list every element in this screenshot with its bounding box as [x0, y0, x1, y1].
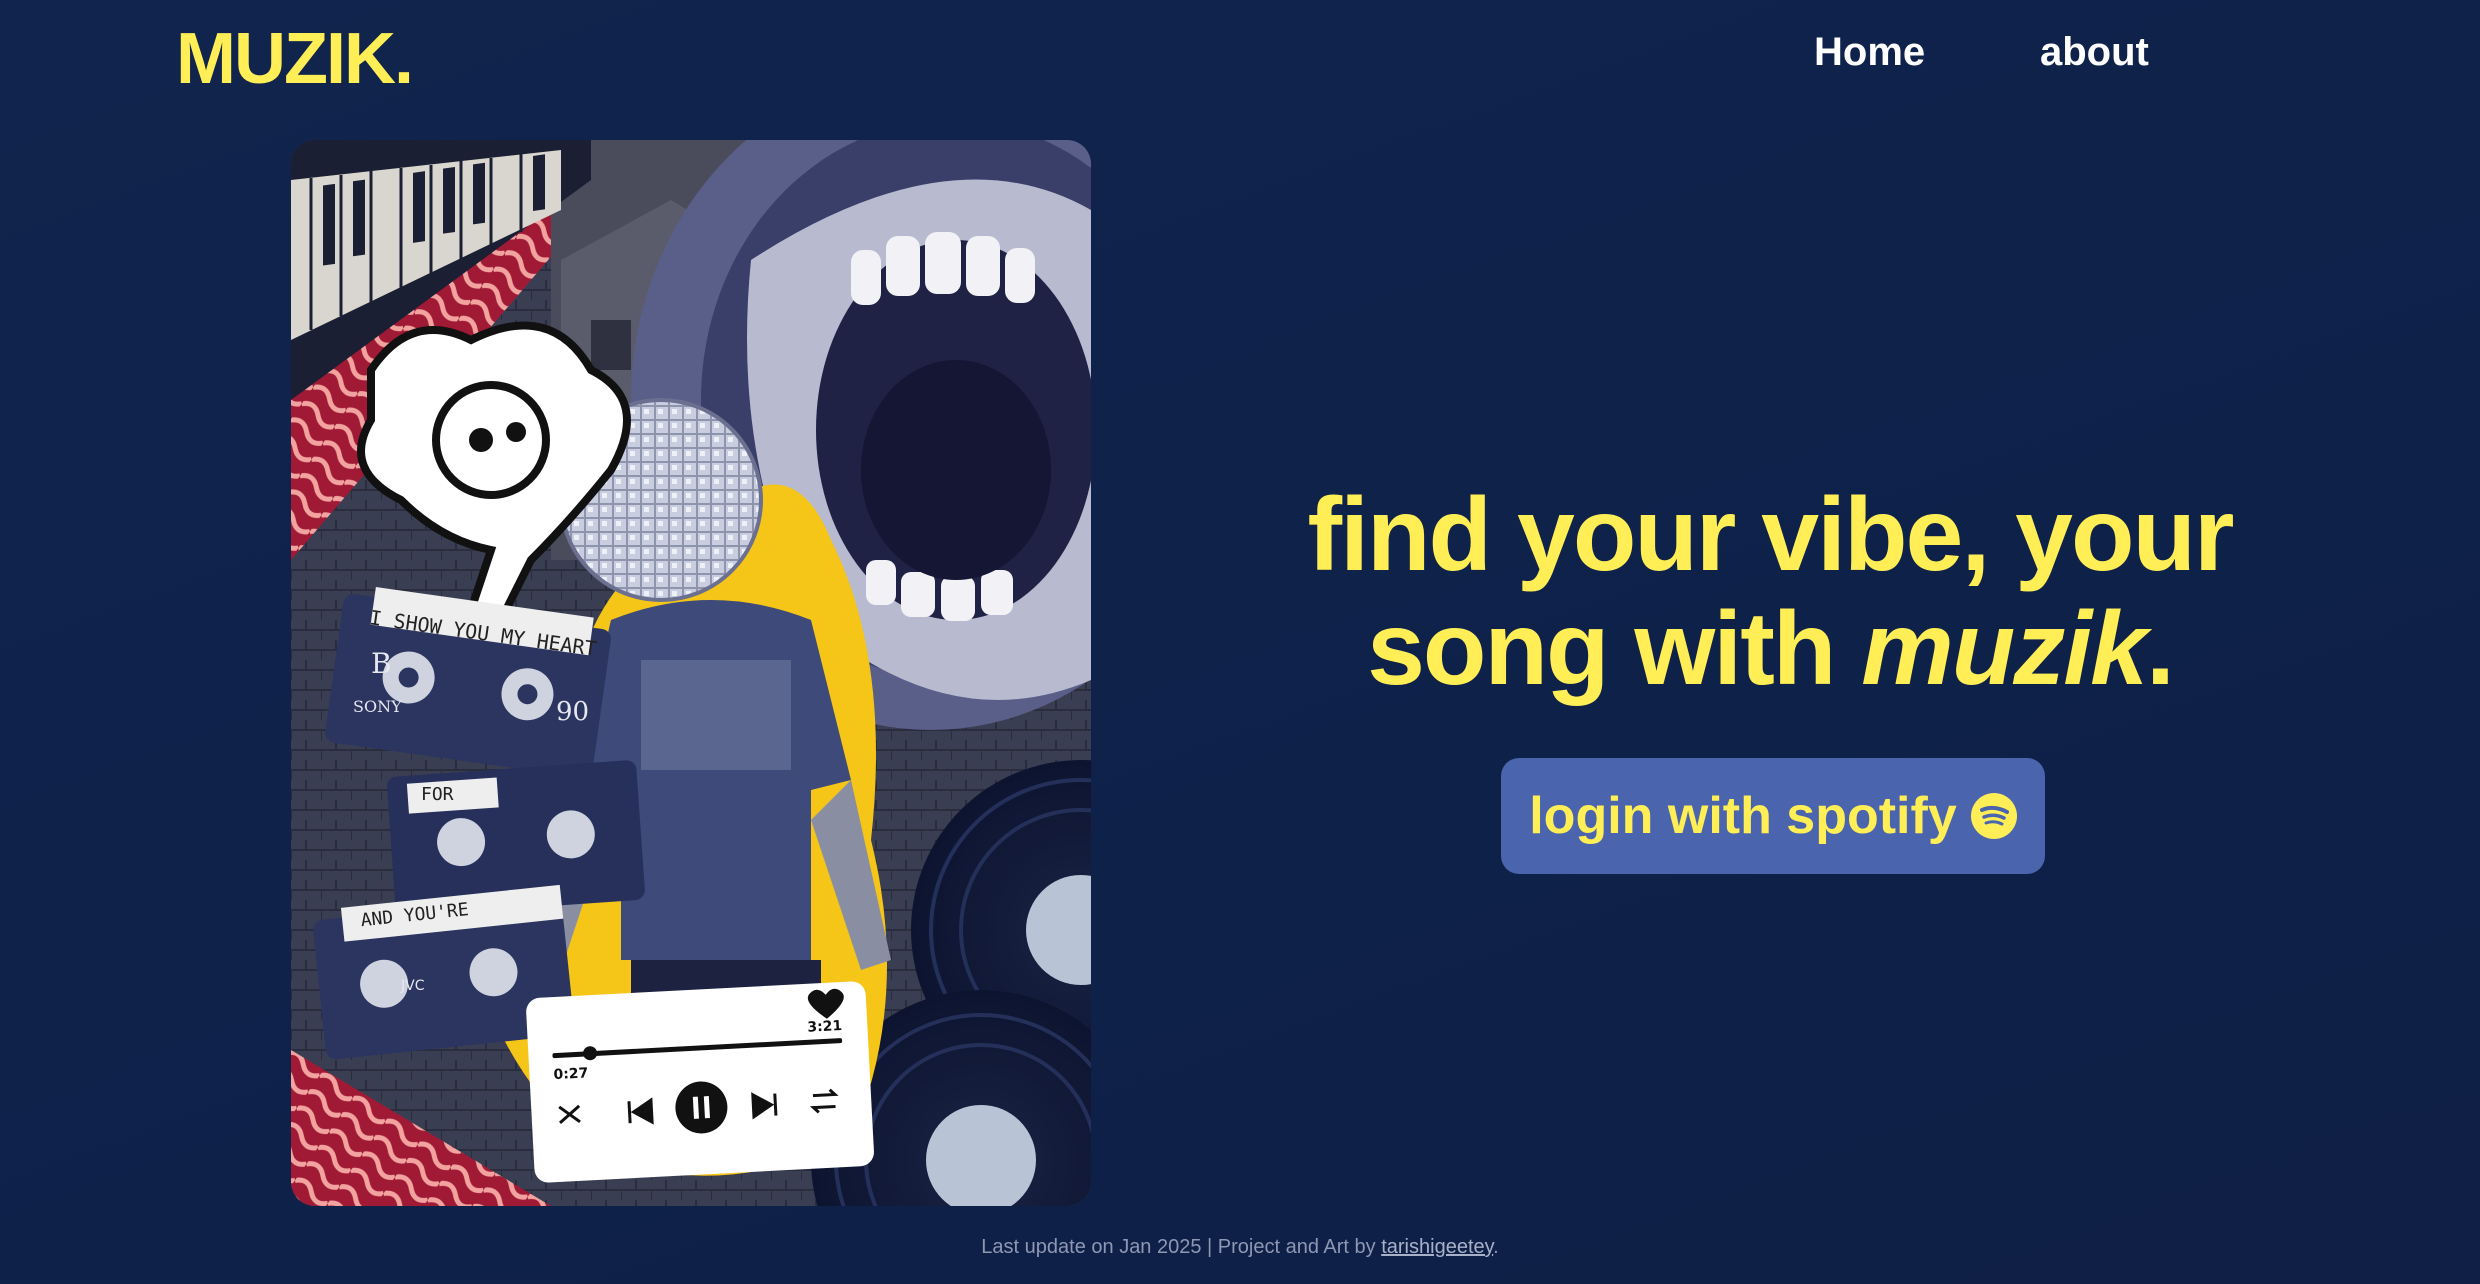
headline-line-1: find your vibe, your: [1307, 477, 2235, 593]
tape-label-text-2: FOR: [421, 784, 454, 805]
footer-end: .: [1493, 1236, 1499, 1258]
nav-home-link[interactable]: Home: [1814, 30, 1925, 75]
spotify-icon: [1970, 793, 2017, 839]
music-player-card: 0:27 3:21: [526, 981, 874, 1183]
hero-headline: find your vibe, your song with muzik.: [1240, 478, 2300, 706]
page: MUZIK. Home about I SHOW YOU MY HEART B …: [0, 0, 2480, 1284]
collage-artwork: I SHOW YOU MY HEART B SONY 90 FOR AND YO…: [291, 140, 1091, 1206]
footer-text: Last update on Jan 2025 | Project and Ar…: [981, 1236, 1382, 1258]
author-link[interactable]: tarishigeetey: [1381, 1236, 1493, 1258]
tape-number: 90: [556, 697, 589, 727]
headline-line-2: song with: [1367, 591, 1862, 707]
headline-brand: muzik: [1861, 591, 2148, 707]
login-with-spotify-button[interactable]: login with spotify: [1501, 758, 2045, 874]
duration-time: 3:21: [807, 1018, 843, 1036]
headline-period: .: [2146, 591, 2175, 707]
login-button-label: login with spotify: [1529, 787, 1957, 845]
elapsed-time: 0:27: [553, 1065, 589, 1083]
nav-about-link[interactable]: about: [2040, 30, 2149, 75]
top-nav: Home about: [0, 30, 2480, 90]
footer: Last update on Jan 2025 | Project and Ar…: [0, 1236, 2480, 1259]
tape-brand: SONY: [353, 697, 402, 716]
tape-letter: B: [371, 647, 392, 680]
tape-brand-2: JVC: [400, 978, 425, 994]
